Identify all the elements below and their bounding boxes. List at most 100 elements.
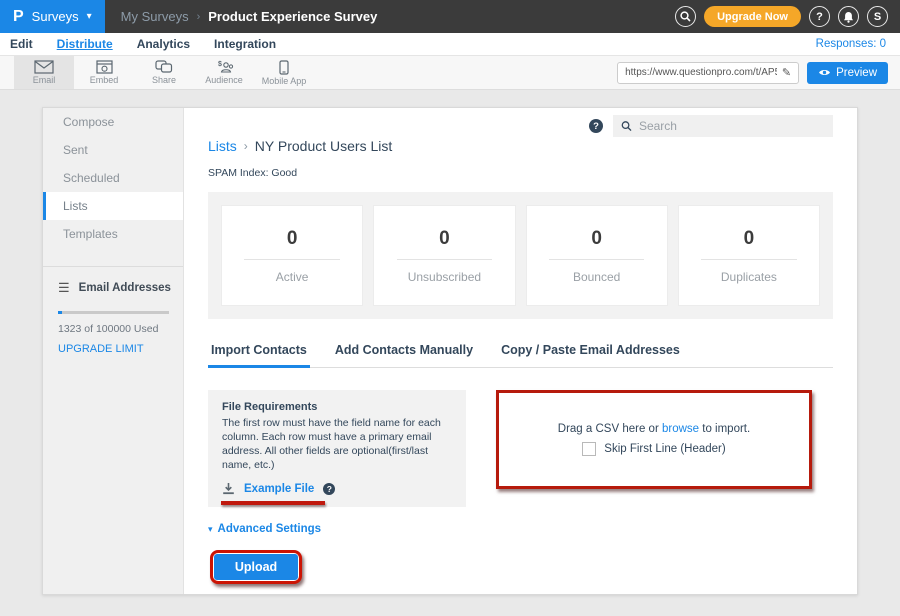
- skip-first-line-checkbox[interactable]: [582, 442, 596, 456]
- main-top-row: ?: [208, 115, 833, 137]
- stat-card-duplicates: 0 Duplicates: [678, 205, 820, 306]
- toolbar-right: https://www.questionpro.com/t/AP53kZgfo …: [617, 56, 900, 89]
- subnav-integration[interactable]: Integration: [214, 37, 276, 51]
- search-input[interactable]: [639, 119, 825, 133]
- breadcrumb-my-surveys[interactable]: My Surveys: [121, 9, 189, 24]
- advanced-settings-label: Advanced Settings: [218, 523, 322, 535]
- tool-email[interactable]: Email: [14, 56, 74, 89]
- stat-card-unsubscribed: 0 Unsubscribed: [373, 205, 515, 306]
- sidebar-item-lists[interactable]: Lists: [43, 192, 183, 220]
- question-icon: ?: [816, 11, 823, 23]
- contacts-tabs: Import Contacts Add Contacts Manually Co…: [208, 343, 833, 368]
- account-avatar[interactable]: S: [867, 6, 888, 27]
- sidebar-item-templates[interactable]: Templates: [43, 220, 183, 248]
- list-icon: ☰: [58, 280, 70, 296]
- example-file-link[interactable]: Example File: [244, 483, 314, 495]
- tool-audience[interactable]: $ Audience: [194, 56, 254, 89]
- mobile-app-icon: [279, 60, 289, 75]
- help-button[interactable]: ?: [809, 6, 830, 27]
- skip-first-line-row: Skip First Line (Header): [582, 442, 725, 456]
- stat-card-active: 0 Active: [221, 205, 363, 306]
- stat-divider: [397, 259, 492, 260]
- subnav-edit[interactable]: Edit: [10, 37, 33, 51]
- search-icon: [680, 11, 691, 22]
- audience-icon: $: [215, 60, 234, 74]
- tab-import-contacts[interactable]: Import Contacts: [208, 343, 310, 368]
- upgrade-limit-link[interactable]: UPGRADE LIMIT: [58, 343, 171, 355]
- usage-progress-bar: [58, 311, 169, 314]
- upload-button[interactable]: Upload: [214, 554, 298, 580]
- breadcrumb-list-name: NY Product Users List: [255, 138, 392, 154]
- file-requirements-text: The first row must have the field name f…: [222, 417, 452, 472]
- surveys-menu[interactable]: P Surveys ▾: [0, 0, 105, 33]
- avatar-initial: S: [874, 11, 881, 23]
- breadcrumb-separator: ›: [244, 139, 248, 153]
- stat-label: Unsubscribed: [408, 270, 481, 284]
- tool-mobile-app-label: Mobile App: [262, 76, 307, 86]
- topbar-actions: Upgrade Now ? S: [675, 6, 900, 27]
- svg-text:$: $: [218, 61, 222, 68]
- bell-icon: [843, 11, 854, 23]
- survey-url-field[interactable]: https://www.questionpro.com/t/AP53kZgfo …: [617, 62, 799, 84]
- example-file-row[interactable]: Example File ?: [222, 482, 452, 495]
- tool-share[interactable]: Share: [134, 56, 194, 89]
- sidebar-item-scheduled[interactable]: Scheduled: [43, 164, 183, 192]
- breadcrumb-lists-link[interactable]: Lists: [208, 138, 237, 154]
- stat-divider: [244, 259, 339, 260]
- stat-divider: [701, 259, 796, 260]
- sidebar-item-compose[interactable]: Compose: [43, 108, 183, 136]
- dropzone-instruction: Drag a CSV here or browse to import.: [558, 423, 750, 435]
- tool-share-label: Share: [152, 75, 176, 85]
- stat-label: Active: [276, 270, 309, 284]
- survey-breadcrumb: My Surveys › Product Experience Survey: [121, 9, 378, 24]
- breadcrumb-survey-title: Product Experience Survey: [208, 9, 377, 24]
- usage-progress-fill: [58, 311, 62, 314]
- page-help-button[interactable]: ?: [589, 119, 603, 133]
- subnav-distribute[interactable]: Distribute: [57, 37, 113, 51]
- questionpro-logo: P: [13, 8, 24, 26]
- tool-embed-label: Embed: [90, 75, 119, 85]
- file-requirements-title: File Requirements: [222, 401, 452, 413]
- stat-value: 0: [744, 228, 755, 250]
- download-icon: [222, 482, 235, 495]
- email-addresses-title: Email Addresses: [79, 282, 171, 294]
- subnav-analytics[interactable]: Analytics: [137, 37, 190, 51]
- tab-add-contacts-manually[interactable]: Add Contacts Manually: [332, 343, 476, 367]
- tool-embed[interactable]: Embed: [74, 56, 134, 89]
- preview-button-label: Preview: [836, 67, 877, 79]
- responses-count[interactable]: Responses: 0: [816, 38, 890, 50]
- tab-copy-paste-email-addresses[interactable]: Copy / Paste Email Addresses: [498, 343, 683, 367]
- preview-button[interactable]: Preview: [807, 62, 888, 84]
- sidebar-item-sent[interactable]: Sent: [43, 136, 183, 164]
- email-addresses-header: ☰ Email Addresses: [58, 280, 171, 296]
- stat-card-bounced: 0 Bounced: [526, 205, 668, 306]
- breadcrumb-separator: ›: [197, 11, 201, 23]
- upgrade-now-button[interactable]: Upgrade Now: [704, 6, 801, 27]
- search-button[interactable]: [675, 6, 696, 27]
- list-breadcrumb: Lists › NY Product Users List: [208, 138, 833, 154]
- usage-text: 1323 of 100000 Used: [58, 323, 171, 335]
- top-navbar: P Surveys ▾ My Surveys › Product Experie…: [0, 0, 900, 33]
- contacts-search-box[interactable]: [613, 115, 833, 137]
- notifications-button[interactable]: [838, 6, 859, 27]
- list-stats-panel: 0 Active 0 Unsubscribed 0 Bounced 0: [208, 192, 833, 319]
- stat-value: 0: [591, 228, 602, 250]
- email-lists-card: Compose Sent Scheduled Lists Templates ☰…: [42, 107, 858, 595]
- browse-link[interactable]: browse: [662, 423, 699, 435]
- stat-value: 0: [287, 228, 298, 250]
- dropzone-text-before: Drag a CSV here or: [558, 423, 659, 435]
- csv-dropzone[interactable]: Drag a CSV here or browse to import. Ski…: [496, 390, 812, 489]
- caret-down-icon: ▾: [208, 524, 213, 535]
- search-icon: [621, 120, 632, 132]
- edit-url-icon[interactable]: ✎: [782, 66, 791, 79]
- advanced-settings-toggle[interactable]: ▾ Advanced Settings: [208, 523, 833, 535]
- share-icon: [155, 60, 173, 74]
- tool-mobile-app[interactable]: Mobile App: [254, 56, 314, 89]
- email-sidebar: Compose Sent Scheduled Lists Templates ☰…: [43, 108, 184, 594]
- survey-subnav: Edit Distribute Analytics Integration Re…: [0, 33, 900, 55]
- stat-label: Bounced: [573, 270, 620, 284]
- file-requirements-box: File Requirements The first row must hav…: [208, 390, 466, 507]
- example-file-help-button[interactable]: ?: [323, 483, 335, 495]
- email-addresses-section: ☰ Email Addresses 1323 of 100000 Used UP…: [43, 267, 183, 355]
- annotation-underline: [221, 501, 325, 505]
